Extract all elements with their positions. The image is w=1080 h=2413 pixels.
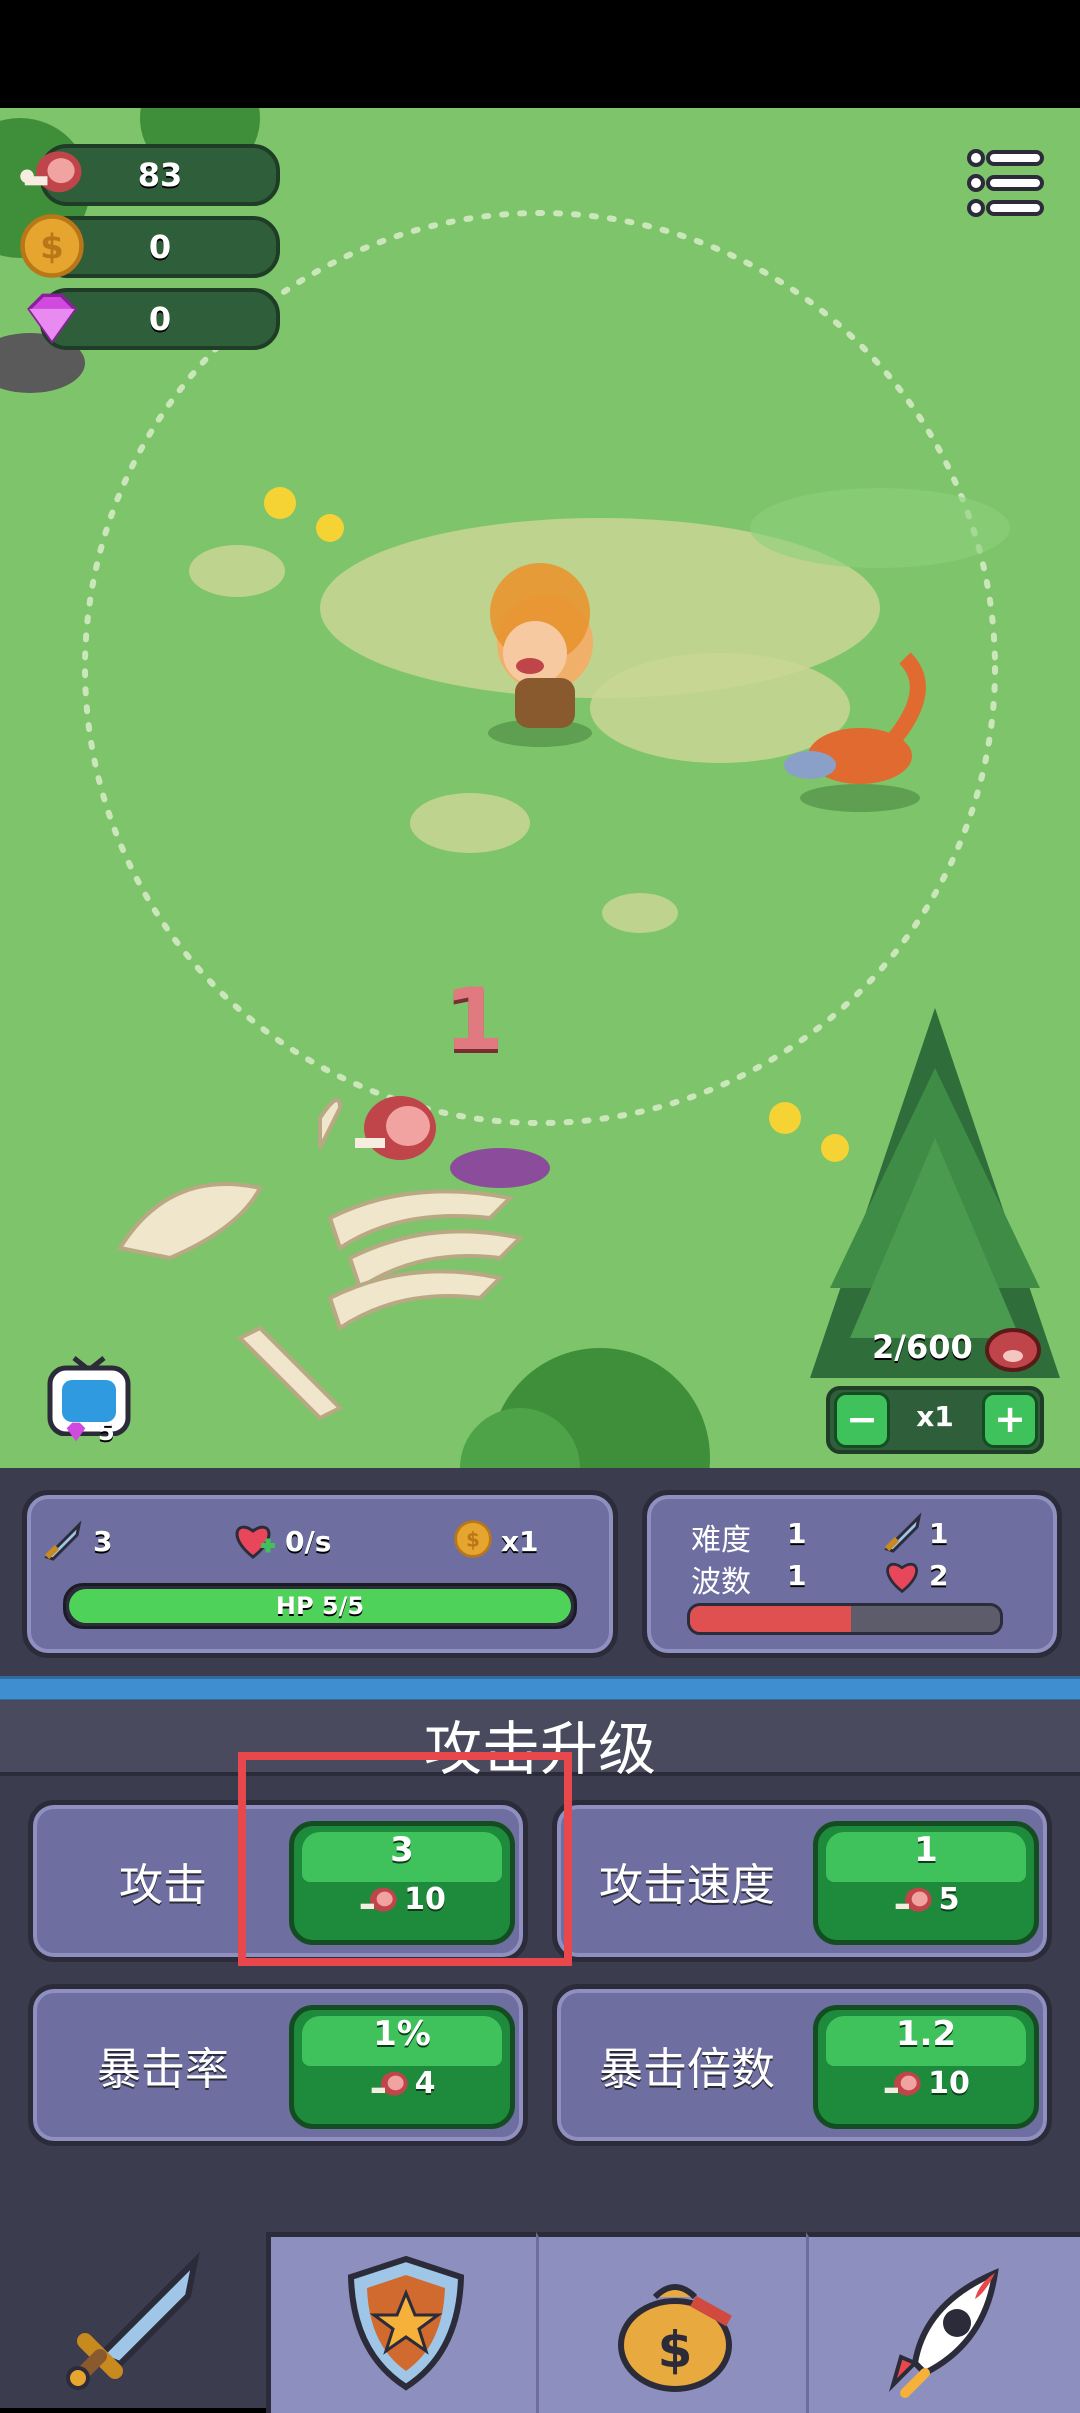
upgrade-crit-multiplier-button[interactable]: 1.2 10 [813,2005,1039,2129]
gem-value: 0 [148,300,172,338]
wave-progress-fill [690,1606,852,1632]
upgrade-attack-speed-button[interactable]: 1 5 [813,1821,1039,1945]
meat-icon [371,2071,408,2096]
enemy-attack-value: 1 [929,1517,949,1550]
upgrade-label: 暴击率 [97,2044,229,2095]
tab-boost[interactable] [806,2232,1080,2413]
game-field[interactable]: 83 $ 0 0 1 2/600 − x1 + 5 [0,108,1080,1468]
upgrade-cost: 5 [818,1882,1034,1917]
money-bag-icon: $ [618,2284,732,2392]
wave-progress-bar [687,1603,1003,1635]
tv-gem-count: 5 [98,1418,115,1446]
hp-label: HP 5/5 [275,1592,365,1620]
upgrade-attack-speed-card: 攻击速度 1 5 [552,1800,1052,1962]
highlight-box [238,1752,572,1966]
rocket-icon [888,2268,999,2398]
svg-text:$: $ [466,1527,480,1551]
sword-icon [66,2251,200,2390]
enemy-hp-value: 2 [929,1559,949,1592]
kill-count-text: 2/600 [872,1328,973,1366]
upgrade-label: 暴击倍数 [599,2044,775,2095]
sword-icon [44,1520,82,1561]
shield-star-icon [347,2255,465,2391]
heart-icon [886,1562,918,1594]
kill-counter: 2/600 [872,1320,1072,1380]
menu-icon[interactable] [966,148,1046,218]
upgrade-label: 攻击 [119,1860,207,1911]
upgrade-value: 1 [914,1830,938,1870]
difficulty-label: 难度 [691,1523,751,1558]
heart-regen-icon [235,1525,275,1559]
speed-control: − x1 + [826,1386,1044,1454]
svg-text:$: $ [658,2321,693,2379]
upgrade-cost: 10 [818,2066,1034,2101]
speed-label: x1 [916,1400,954,1433]
meat-icon [884,2071,921,2096]
upgrade-value: 1.2 [895,2014,957,2054]
difficulty-value: 1 [787,1517,807,1550]
status-bar [0,0,1080,108]
upgrade-value: 1% [373,2014,431,2054]
player-attack-value: 3 [93,1525,113,1558]
tv-ad-button[interactable]: 5 [46,1348,132,1448]
upgrade-crit-multiplier-card: 暴击倍数 1.2 10 [552,1984,1052,2146]
gem-counter: 0 [27,288,280,350]
coin-counter: $ 0 [20,214,280,278]
meat-counter: 83 [20,144,280,206]
upgrade-cost: 4 [294,2066,510,2101]
upgrade-cost-value: 4 [414,2066,436,2101]
upgrade-cost-value: 10 [928,2066,970,2101]
speed-plus-button[interactable]: + [982,1392,1038,1448]
boar-icon [985,1328,1041,1372]
sword-icon [884,1512,922,1553]
coin-value: 0 [148,228,172,266]
upgrade-label: 攻击速度 [599,1860,775,1911]
gem-icon [66,1422,86,1442]
meat-icon [895,1887,932,1912]
wave-info-card: 难度 1 波数 1 1 2 [642,1490,1062,1658]
speed-minus-button[interactable]: − [834,1392,890,1448]
upgrade-crit-rate-card: 暴击率 1% 4 [28,1984,528,2146]
damage-popup: 1 [444,970,504,1070]
player-regen-value: 0/s [285,1525,332,1558]
wave-label: 波数 [691,1565,751,1600]
upgrade-crit-rate-button[interactable]: 1% 4 [289,2005,515,2129]
wave-value: 1 [787,1559,807,1592]
section-divider [0,1676,1080,1702]
tab-skills[interactable] [266,2232,541,2413]
meat-value: 83 [137,156,183,194]
upgrade-cost-value: 5 [938,1882,960,1917]
hp-bar: HP 5/5 [63,1583,577,1629]
player-stats-card: 3 0/s $ x1 HP 5/5 [22,1490,618,1658]
tab-economy[interactable]: $ [536,2232,809,2413]
coin-icon: $ [454,1520,492,1558]
tab-attack[interactable] [0,2232,266,2408]
coin-multiplier-value: x1 [501,1525,539,1558]
